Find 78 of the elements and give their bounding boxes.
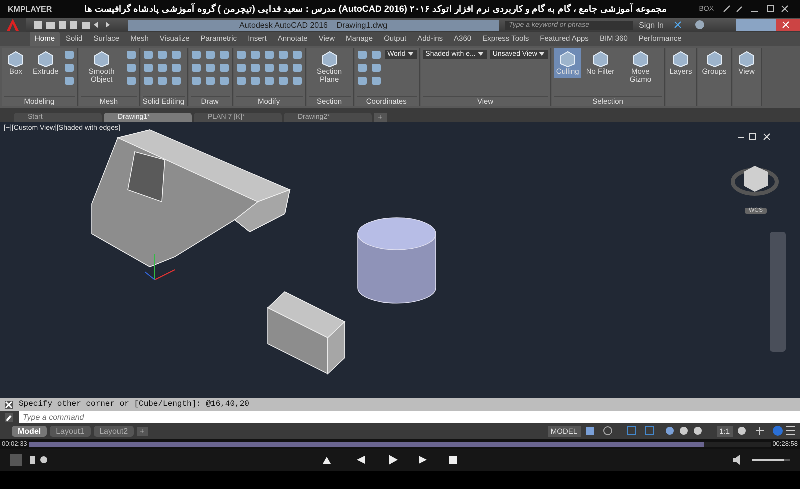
- command-input[interactable]: Type a command: [19, 411, 800, 423]
- tool-icon[interactable]: [126, 76, 137, 86]
- tool-icon: [736, 50, 757, 68]
- tool-icon[interactable]: [292, 50, 303, 60]
- tool-icon[interactable]: [370, 50, 382, 60]
- tool-icon[interactable]: [370, 76, 382, 86]
- viewcube-drawing[interactable]: [731, 166, 779, 196]
- tool-icon: [670, 50, 691, 68]
- tool-icon[interactable]: [218, 63, 230, 73]
- tool-icon: [630, 50, 651, 68]
- tool-icon[interactable]: [190, 50, 202, 60]
- tool-icon[interactable]: [126, 50, 137, 60]
- layout-tab[interactable]: Model: [12, 426, 48, 436]
- command-history: Specify other corner or [Cube/Length]: @16,40,20: [19, 400, 250, 409]
- tool-icon[interactable]: [170, 76, 182, 86]
- layout-tab[interactable]: Layout2: [94, 426, 134, 436]
- tool-icon[interactable]: [236, 50, 247, 60]
- tool-icon[interactable]: [356, 76, 368, 86]
- new-layout-button[interactable]: +: [137, 426, 148, 436]
- tool-icon[interactable]: [204, 76, 216, 86]
- app-title: Autodesk AutoCAD 2016 Drawing1.dwg: [128, 20, 500, 30]
- tool-icon[interactable]: [190, 76, 202, 86]
- viewport-controls-icon[interactable]: [738, 134, 770, 140]
- caret-icon: [408, 52, 414, 56]
- ucs-icon: [144, 254, 176, 280]
- tool-icon[interactable]: [278, 63, 289, 73]
- tool-icon[interactable]: [218, 50, 230, 60]
- tool-icon[interactable]: [356, 50, 368, 60]
- player-menu-icon[interactable]: [10, 453, 50, 467]
- tool-icon[interactable]: [156, 63, 168, 73]
- window-buttons-icon[interactable]: [736, 19, 800, 31]
- tool-icon[interactable]: [250, 76, 261, 86]
- tool-icon[interactable]: [190, 63, 202, 73]
- tool-icon[interactable]: [278, 50, 289, 60]
- status-tools-icon[interactable]: [736, 425, 796, 437]
- tool-icon[interactable]: [264, 50, 275, 60]
- tool-icon: [320, 50, 340, 68]
- tool-icon: [590, 50, 611, 68]
- player-logo: KMPLAYER: [8, 4, 52, 14]
- wrench-icon[interactable]: [5, 412, 13, 422]
- sign-in-button[interactable]: Sign In: [639, 20, 664, 30]
- tool-icon[interactable]: [170, 50, 182, 60]
- tool-icon[interactable]: [292, 63, 303, 73]
- tool-icon: [36, 50, 56, 68]
- tool-icon[interactable]: [156, 76, 168, 86]
- tool-icon[interactable]: [126, 63, 137, 73]
- tool-icon[interactable]: [64, 76, 75, 86]
- tool-icon: [704, 50, 724, 68]
- tool-icon[interactable]: [156, 50, 168, 60]
- tool-icon: [92, 50, 112, 68]
- tool-icon[interactable]: [292, 76, 303, 86]
- caret-icon: [478, 52, 484, 56]
- tool-icon[interactable]: [250, 50, 261, 60]
- tool-icon[interactable]: [370, 63, 382, 73]
- close-icon[interactable]: [5, 400, 13, 408]
- tool-icon[interactable]: [142, 76, 154, 86]
- new-tab-button[interactable]: +: [374, 113, 387, 122]
- tool-icon[interactable]: [64, 50, 75, 60]
- caret-icon: [539, 52, 546, 56]
- tool-icon[interactable]: [236, 63, 247, 73]
- tool-icon[interactable]: [356, 63, 368, 73]
- tool-icon[interactable]: [218, 76, 230, 86]
- tool-icon[interactable]: [142, 63, 154, 73]
- tool-icon[interactable]: [204, 63, 216, 73]
- video-title: مجموعه آموزشی جامع ، گام به گام و کاربردی نرم افزار اتوکد ۲۰۱۶ (AutoCAD 2016) مدرس : سعید فدایی (تیچرمن ) گروه آموزشی پادشاه گرافیست ها: [83, 4, 668, 14]
- tool-icon[interactable]: [264, 63, 275, 73]
- tool-icon[interactable]: [142, 50, 154, 60]
- autocad-logo-button[interactable]: [0, 18, 26, 32]
- tool-icon[interactable]: [278, 76, 289, 86]
- tool-icon[interactable]: [170, 63, 182, 73]
- tool-icon[interactable]: [264, 76, 275, 86]
- tool-icon: [558, 50, 578, 68]
- tool-icon[interactable]: [250, 63, 261, 73]
- tool-icon: [6, 50, 26, 68]
- tool-icon[interactable]: [236, 76, 247, 86]
- tool-icon[interactable]: [204, 50, 216, 60]
- layout-tab[interactable]: Layout1: [50, 426, 91, 436]
- tool-icon[interactable]: [64, 63, 75, 73]
